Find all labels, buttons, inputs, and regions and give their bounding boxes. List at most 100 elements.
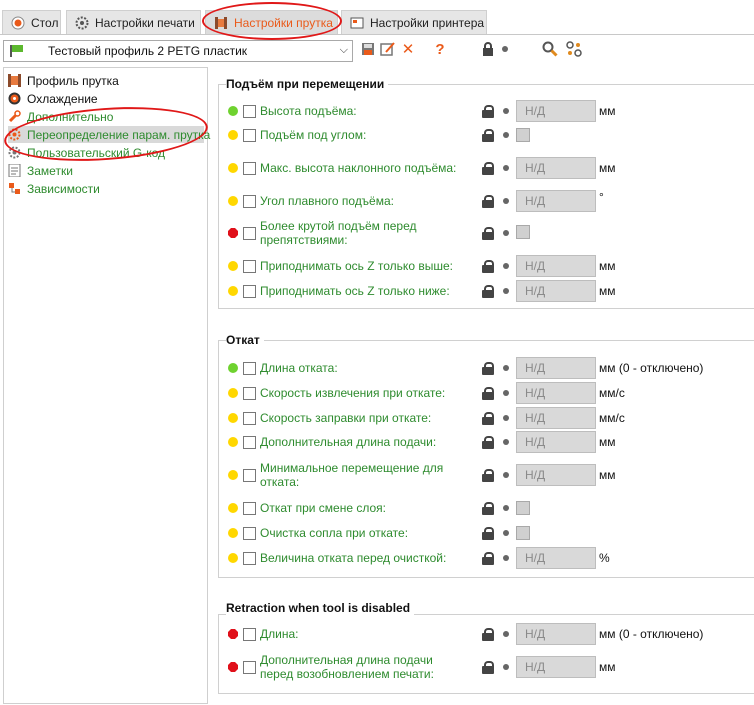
setting-checkbox[interactable] [243, 260, 256, 273]
question-icon[interactable]: ? [432, 40, 448, 58]
setting-checkbox[interactable] [243, 227, 256, 240]
dot-icon[interactable] [497, 40, 513, 58]
tab-print-settings[interactable]: Настройки печати [66, 10, 201, 34]
dot-icon[interactable] [503, 631, 509, 637]
dot-icon[interactable] [503, 472, 509, 478]
setting-checkbox[interactable] [243, 129, 256, 142]
lock-icon[interactable] [482, 628, 494, 641]
setting-checkbox-value[interactable] [516, 225, 530, 239]
setting-checkbox[interactable] [243, 162, 256, 175]
tab-filament-settings[interactable]: Настройки прутка [205, 10, 338, 34]
setting-checkbox[interactable] [243, 436, 256, 449]
setting-checkbox[interactable] [243, 387, 256, 400]
tab-printer-settings[interactable]: Настройки принтера [341, 10, 487, 34]
status-dot [228, 503, 238, 513]
setting-input[interactable]: Н/Д [516, 382, 596, 404]
dot-icon[interactable] [503, 415, 509, 421]
sidebar-item-filament[interactable]: Профиль прутка [8, 72, 119, 89]
setting-label-line: препятствиями: [260, 233, 348, 247]
setting-input[interactable]: Н/Д [516, 656, 596, 678]
section-title: Retraction when tool is disabled [226, 601, 415, 615]
search-icon[interactable] [542, 40, 558, 58]
setting-checkbox[interactable] [243, 661, 256, 674]
setting-input[interactable]: Н/Д [516, 357, 596, 379]
lock-icon[interactable] [482, 285, 494, 298]
dot-icon[interactable] [503, 198, 509, 204]
lock-icon[interactable] [482, 527, 494, 540]
setting-checkbox[interactable] [243, 552, 256, 565]
setting-input[interactable]: Н/Д [516, 464, 596, 486]
section-title: Откат [226, 333, 264, 347]
lock-icon[interactable] [482, 260, 494, 273]
dot-icon[interactable] [503, 365, 509, 371]
dot-icon[interactable] [503, 505, 509, 511]
setting-checkbox-value[interactable] [516, 501, 530, 515]
setting-checkbox[interactable] [243, 412, 256, 425]
sidebar-item-overrides[interactable]: Переопределение парам. прутка [8, 126, 210, 143]
unit-label: мм (0 - отключено) [599, 361, 704, 375]
save-icon[interactable] [360, 40, 376, 58]
lock-icon[interactable] [482, 129, 494, 142]
setting-checkbox-value[interactable] [516, 128, 530, 142]
lock-icon[interactable] [482, 469, 494, 482]
setting-checkbox[interactable] [243, 469, 256, 482]
sidebar-item-cooling[interactable]: Охлаждение [8, 90, 98, 107]
setting-checkbox[interactable] [243, 105, 256, 118]
setting-input[interactable]: Н/Д [516, 157, 596, 179]
dot-icon[interactable] [503, 530, 509, 536]
sidebar-item-advanced[interactable]: Дополнительно [8, 108, 113, 125]
sidebar-item-custom-gcode[interactable]: Пользовательский G-код [8, 144, 165, 161]
setting-checkbox[interactable] [243, 195, 256, 208]
setting-checkbox-value[interactable] [516, 526, 530, 540]
setting-checkbox[interactable] [243, 285, 256, 298]
lock-icon[interactable] [482, 162, 494, 175]
tab-plater[interactable]: Стол [2, 10, 61, 34]
preset-combo[interactable]: Тестовый профиль 2 PETG пластик ⌵ [3, 40, 353, 62]
dot-icon[interactable] [503, 132, 509, 138]
setting-input[interactable]: Н/Д [516, 255, 596, 277]
sidebar-item-notes[interactable]: Заметки [8, 162, 73, 179]
dot-icon[interactable] [503, 263, 509, 269]
setting-input[interactable]: Н/Д [516, 190, 596, 212]
compare-icon[interactable] [566, 40, 582, 58]
dot-icon[interactable] [503, 555, 509, 561]
setting-checkbox[interactable] [243, 502, 256, 515]
setting-row: Дополнительная длина подачи: Н/Д мм [226, 431, 754, 453]
setting-input[interactable]: Н/Д [516, 280, 596, 302]
dot-icon[interactable] [503, 230, 509, 236]
sidebar-item-dependencies[interactable]: Зависимости [8, 180, 100, 197]
status-dot [228, 130, 238, 140]
lock-icon[interactable] [482, 412, 494, 425]
dot-icon[interactable] [503, 108, 509, 114]
status-dot [228, 228, 238, 238]
setting-label: Скорость извлечения при откате: [260, 386, 446, 400]
dot-icon[interactable] [503, 439, 509, 445]
lock-icon[interactable] [480, 40, 496, 58]
rename-icon[interactable] [380, 40, 396, 58]
setting-input[interactable]: Н/Д [516, 407, 596, 429]
setting-input[interactable]: Н/Д [516, 431, 596, 453]
delete-icon[interactable]: ✕ [400, 40, 416, 58]
setting-label: Величина отката перед очисткой: [260, 551, 447, 565]
dot-icon[interactable] [503, 288, 509, 294]
setting-checkbox[interactable] [243, 362, 256, 375]
lock-icon[interactable] [482, 661, 494, 674]
lock-icon[interactable] [482, 105, 494, 118]
setting-input[interactable]: Н/Д [516, 623, 596, 645]
status-dot [228, 196, 238, 206]
setting-input[interactable]: Н/Д [516, 547, 596, 569]
lock-icon[interactable] [482, 552, 494, 565]
lock-icon[interactable] [482, 362, 494, 375]
dot-icon[interactable] [503, 664, 509, 670]
dot-icon[interactable] [503, 390, 509, 396]
setting-checkbox[interactable] [243, 628, 256, 641]
setting-input[interactable]: Н/Д [516, 100, 596, 122]
lock-icon[interactable] [482, 195, 494, 208]
cog-icon [8, 146, 21, 159]
setting-checkbox[interactable] [243, 527, 256, 540]
lock-icon[interactable] [482, 436, 494, 449]
dot-icon[interactable] [503, 165, 509, 171]
lock-icon[interactable] [482, 227, 494, 240]
lock-icon[interactable] [482, 387, 494, 400]
lock-icon[interactable] [482, 502, 494, 515]
